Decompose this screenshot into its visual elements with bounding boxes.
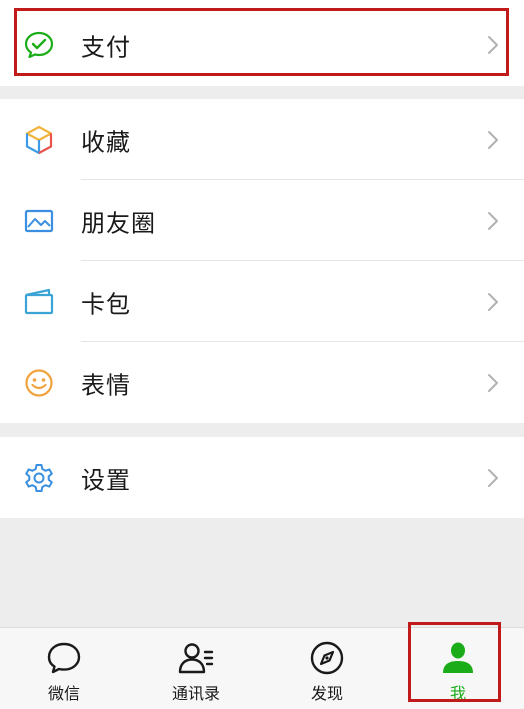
list-item-label: 设置 bbox=[81, 466, 131, 494]
list-item-label: 朋友圈 bbox=[81, 209, 156, 237]
smile-icon bbox=[22, 366, 56, 400]
tab-label: 微信 bbox=[47, 684, 80, 703]
list-item-stickers[interactable]: 表情 bbox=[0, 342, 524, 423]
tab-discover[interactable]: 发现 bbox=[277, 628, 377, 709]
list-item-cards[interactable]: 卡包 bbox=[0, 261, 524, 342]
compass-icon bbox=[310, 641, 344, 675]
person-icon bbox=[443, 642, 473, 673]
tab-label: 发现 bbox=[310, 684, 343, 703]
chevron-right-icon bbox=[488, 35, 498, 54]
settings-group: 设置 bbox=[0, 437, 524, 518]
chevron-right-icon bbox=[488, 468, 498, 487]
card-wallet-icon bbox=[22, 285, 56, 319]
pay-check-icon bbox=[22, 28, 56, 62]
list-item-label: 卡包 bbox=[81, 290, 131, 318]
features-group: 收藏 朋友圈 卡包 表情 bbox=[0, 99, 524, 423]
image-icon bbox=[22, 204, 56, 238]
list-item-favorites[interactable]: 收藏 bbox=[0, 99, 524, 180]
list-item-label: 收藏 bbox=[81, 128, 131, 156]
me-page: 支付 收藏 朋友圈 卡包 表情 设置 微信 通讯录 发现 我 bbox=[0, 0, 524, 709]
chevron-right-icon bbox=[488, 292, 498, 311]
tab-chats[interactable]: 微信 bbox=[14, 628, 114, 709]
contacts-icon bbox=[178, 643, 214, 674]
chevron-right-icon bbox=[488, 211, 498, 230]
tab-me[interactable]: 我 bbox=[408, 628, 508, 709]
cube-icon bbox=[22, 123, 56, 157]
list-item-label: 表情 bbox=[81, 371, 131, 399]
tab-label: 通讯录 bbox=[171, 684, 220, 703]
list-item-moments[interactable]: 朋友圈 bbox=[0, 180, 524, 261]
pay-group: 支付 bbox=[0, 0, 524, 86]
list-item-label: 支付 bbox=[81, 33, 131, 61]
chevron-right-icon bbox=[488, 130, 498, 149]
list-item-pay[interactable]: 支付 bbox=[0, 4, 524, 85]
bottom-tab-bar: 微信 通讯录 发现 我 bbox=[0, 627, 524, 709]
tab-label: 我 bbox=[449, 684, 466, 703]
tab-contacts[interactable]: 通讯录 bbox=[146, 628, 246, 709]
chevron-right-icon bbox=[488, 373, 498, 392]
gear-icon bbox=[22, 461, 56, 495]
list-item-settings[interactable]: 设置 bbox=[0, 437, 524, 518]
chat-bubble-icon bbox=[47, 642, 81, 674]
